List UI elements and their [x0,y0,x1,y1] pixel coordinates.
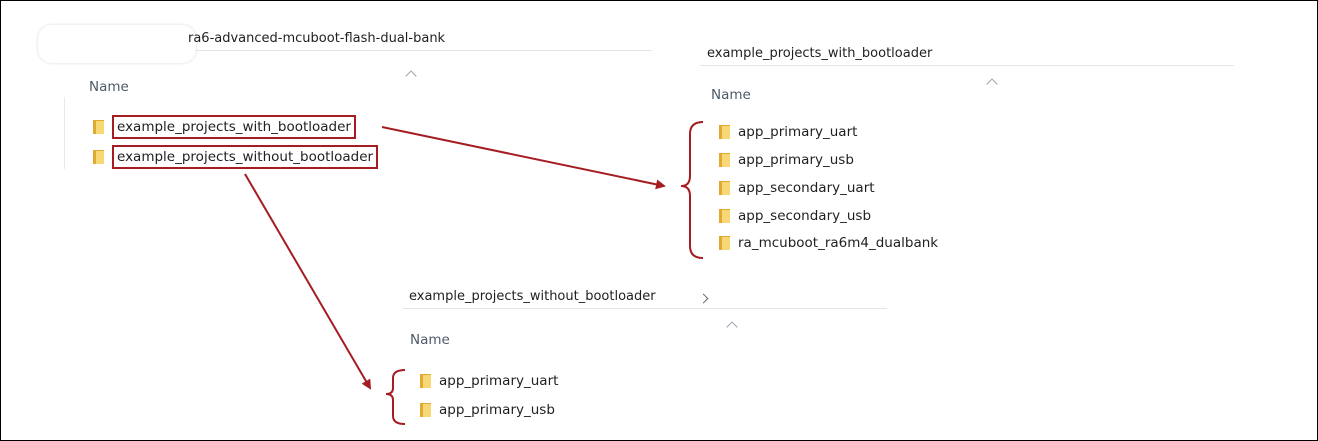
brace-with-bootloader [680,121,704,259]
arrow-to-with-bootloader [381,126,666,190]
brace-without-bootloader [385,369,406,425]
annotation-overlay [244,121,704,425]
arrow-to-without-bootloader [244,173,372,390]
